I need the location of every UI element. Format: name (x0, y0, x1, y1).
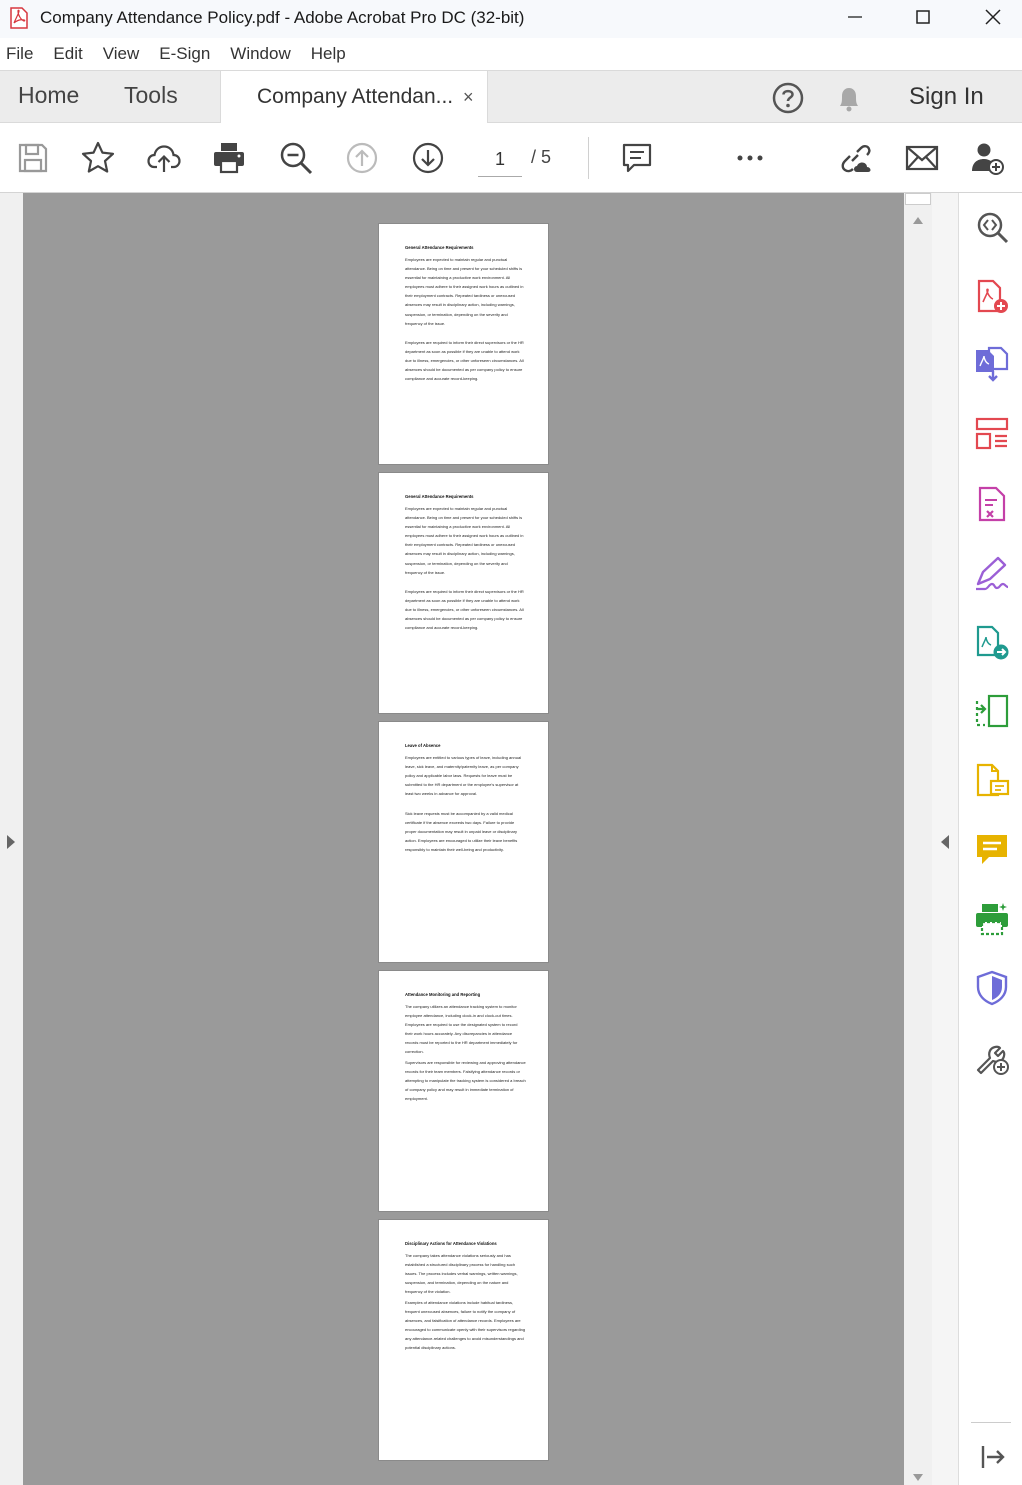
compress-pdf-icon[interactable] (973, 693, 1011, 731)
organize-pages-icon[interactable] (973, 415, 1011, 453)
notification-bell-icon[interactable] (832, 81, 866, 115)
acrobat-pdf-icon (10, 7, 28, 29)
page-paragraph: Examples of attendance violations includ… (405, 1300, 526, 1351)
scrollbar-thumb[interactable] (905, 193, 931, 205)
page-paragraph: The company utilizes an attendance track… (405, 1004, 518, 1055)
save-button[interactable] (14, 139, 52, 177)
menu-esign[interactable]: E-Sign (159, 44, 210, 64)
edit-pdf-form-icon[interactable] (973, 485, 1011, 523)
sign-in-link[interactable]: Sign In (909, 83, 984, 111)
next-page-icon (412, 142, 444, 174)
vertical-scrollbar[interactable] (904, 193, 932, 1485)
tools-panel (958, 193, 1022, 1485)
menu-bar: File Edit View E-Sign Window Help (0, 38, 1022, 70)
comment-button[interactable] (618, 139, 656, 177)
document-viewer[interactable]: General Attendance Requirements Employee… (23, 193, 904, 1485)
print-production-icon[interactable] (973, 900, 1011, 938)
tab-close-button[interactable]: × (463, 87, 474, 108)
page-paragraph: Employees are expected to maintain regul… (405, 257, 524, 326)
share-link-button[interactable] (836, 139, 874, 177)
page-number-input[interactable]: 1 (478, 145, 522, 177)
document-tab-label: Company Attendan... (257, 85, 454, 108)
fill-sign-icon[interactable] (973, 554, 1011, 592)
email-icon (905, 145, 939, 171)
left-panel-toggle[interactable] (0, 193, 23, 1485)
pdf-page-3: Leave of Absence Employees are entitled … (378, 721, 549, 963)
bookmark-button[interactable] (79, 139, 117, 177)
page-paragraph: Supervisors are responsible for reviewin… (405, 1060, 526, 1102)
more-button[interactable] (731, 139, 769, 177)
comment-icon (622, 143, 652, 173)
enhance-zoom-icon[interactable] (973, 208, 1011, 246)
zoom-out-button[interactable] (277, 139, 315, 177)
page-paragraph: Employees are expected to maintain regul… (405, 506, 524, 575)
page-heading: General Attendance Requirements (405, 494, 474, 499)
minimize-icon (848, 16, 862, 18)
title-bar: Company Attendance Policy.pdf - Adobe Ac… (0, 0, 1022, 38)
pdf-page-5: Disciplinary Actions for Attendance Viol… (378, 1219, 549, 1461)
page-paragraph: The company takes attendance violations … (405, 1253, 518, 1295)
pdf-page-1: General Attendance Requirements Employee… (378, 223, 549, 465)
scroll-down-icon[interactable] (912, 1473, 924, 1483)
page-total: / 5 (531, 147, 552, 167)
previous-page-button[interactable] (343, 139, 381, 177)
bookmark-star-icon (81, 141, 115, 173)
add-user-button[interactable] (968, 139, 1006, 177)
collapse-right-panel-icon (941, 835, 949, 849)
maximize-icon (916, 10, 930, 24)
maximize-button[interactable] (888, 0, 958, 34)
scroll-up-icon[interactable] (912, 215, 924, 225)
email-button[interactable] (903, 139, 941, 177)
window-title: Company Attendance Policy.pdf - Adobe Ac… (40, 8, 525, 27)
page-paragraph: Employees are required to inform their d… (405, 340, 524, 382)
request-signatures-icon[interactable] (973, 762, 1011, 800)
previous-page-icon (346, 142, 378, 174)
more-icon (737, 155, 763, 161)
pdf-page-2: General Attendance Requirements Employee… (378, 472, 549, 714)
minimize-button[interactable] (820, 0, 890, 34)
print-icon (214, 143, 244, 174)
page-heading: Leave of Absence (405, 743, 441, 748)
page-paragraph: Employees are required to inform their d… (405, 589, 524, 631)
create-pdf-icon[interactable] (973, 278, 1011, 316)
comment-icon[interactable] (973, 831, 1011, 869)
send-for-review-icon[interactable] (973, 624, 1011, 662)
menu-window[interactable]: Window (230, 44, 290, 64)
right-panel-toggle[interactable] (932, 193, 958, 1485)
tab-bar: Home Tools Company Attendan... × Sign In (0, 70, 1022, 124)
next-page-button[interactable] (409, 139, 447, 177)
page-heading: Attendance Monitoring and Reporting (405, 992, 481, 997)
share-link-icon (841, 145, 871, 173)
menu-file[interactable]: File (6, 44, 33, 64)
protect-icon[interactable] (973, 969, 1011, 1007)
page-heading: General Attendance Requirements (405, 245, 474, 250)
help-icon[interactable] (771, 81, 805, 115)
upload-button[interactable] (145, 139, 183, 177)
close-icon (985, 9, 1001, 25)
pdf-page-4: Attendance Monitoring and Reporting The … (378, 970, 549, 1212)
tools-panel-divider (971, 1422, 1011, 1423)
menu-view[interactable]: View (103, 44, 140, 64)
collapse-panel-icon[interactable] (973, 1438, 1011, 1476)
print-button[interactable] (210, 139, 248, 177)
add-user-icon (972, 143, 1004, 175)
menu-help[interactable]: Help (311, 44, 346, 64)
tab-home[interactable]: Home (18, 82, 79, 109)
toolbar-divider (588, 137, 589, 179)
toolbar: 1 / 5 (0, 123, 1022, 193)
tab-document[interactable]: Company Attendan... × (220, 71, 488, 124)
upload-cloud-icon (147, 145, 181, 172)
zoom-out-icon (280, 142, 313, 175)
close-button[interactable] (958, 0, 1022, 34)
expand-left-panel-icon (7, 835, 15, 849)
more-tools-icon[interactable] (973, 1039, 1011, 1077)
page-paragraph: Sick leave requests must be accompanied … (405, 811, 518, 853)
tab-tools[interactable]: Tools (124, 82, 178, 109)
save-icon (18, 143, 48, 173)
menu-edit[interactable]: Edit (53, 44, 82, 64)
page-paragraph: Employees are entitled to various types … (405, 755, 522, 797)
page-heading: Disciplinary Actions for Attendance Viol… (405, 1241, 497, 1246)
export-pdf-icon[interactable] (973, 345, 1011, 383)
